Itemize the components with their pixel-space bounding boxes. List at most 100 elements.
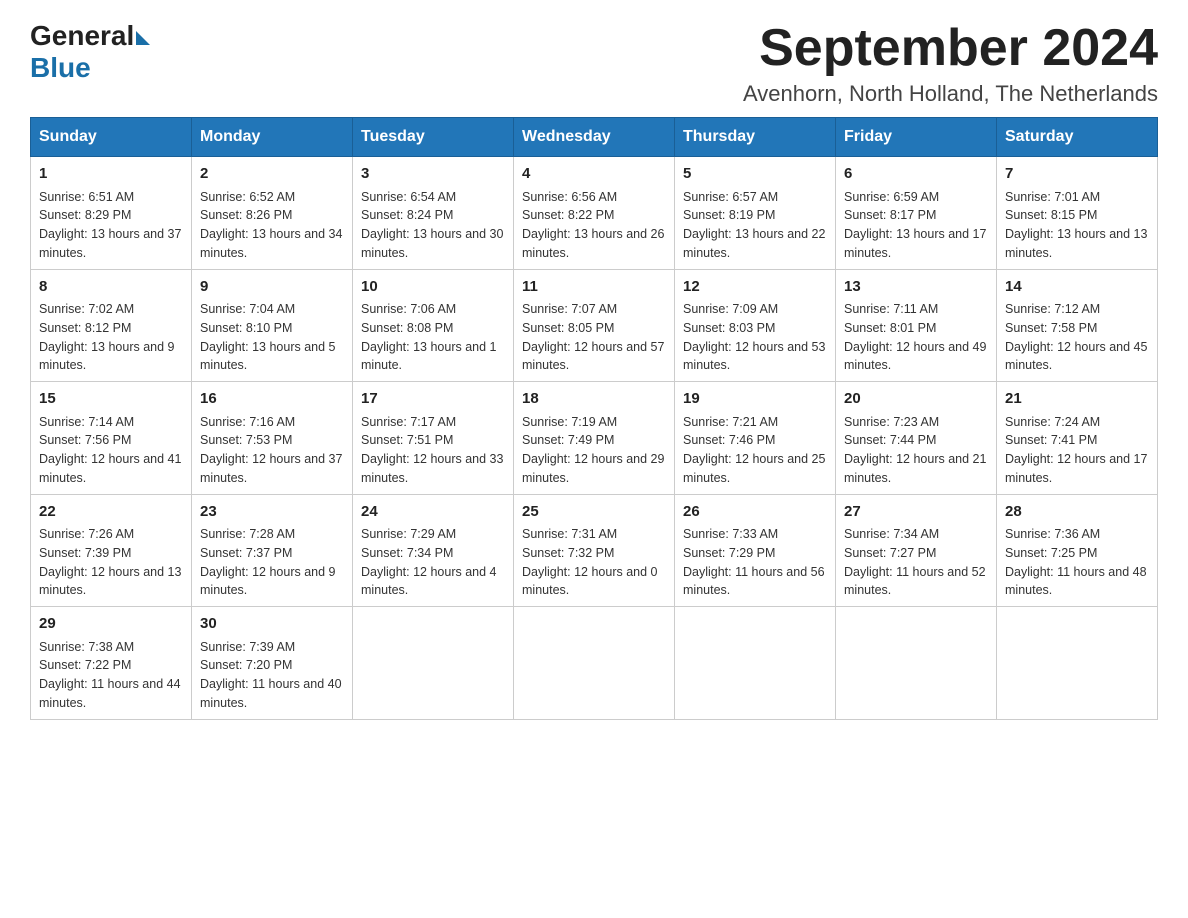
calendar-cell: 8 Sunrise: 7:02 AM Sunset: 8:12 PM Dayli… bbox=[31, 269, 192, 382]
logo-general-text: General bbox=[30, 20, 134, 52]
day-info: Sunrise: 7:21 AM Sunset: 7:46 PM Dayligh… bbox=[683, 413, 827, 488]
weekday-header-monday: Monday bbox=[192, 118, 353, 157]
calendar-cell: 11 Sunrise: 7:07 AM Sunset: 8:05 PM Dayl… bbox=[514, 269, 675, 382]
calendar-cell: 28 Sunrise: 7:36 AM Sunset: 7:25 PM Dayl… bbox=[997, 494, 1158, 607]
calendar-cell: 9 Sunrise: 7:04 AM Sunset: 8:10 PM Dayli… bbox=[192, 269, 353, 382]
week-row-2: 8 Sunrise: 7:02 AM Sunset: 8:12 PM Dayli… bbox=[31, 269, 1158, 382]
calendar-cell: 17 Sunrise: 7:17 AM Sunset: 7:51 PM Dayl… bbox=[353, 382, 514, 495]
weekday-header-sunday: Sunday bbox=[31, 118, 192, 157]
weekday-header-tuesday: Tuesday bbox=[353, 118, 514, 157]
calendar-cell: 14 Sunrise: 7:12 AM Sunset: 7:58 PM Dayl… bbox=[997, 269, 1158, 382]
day-number: 27 bbox=[844, 501, 988, 524]
day-number: 18 bbox=[522, 388, 666, 411]
day-info: Sunrise: 6:59 AM Sunset: 8:17 PM Dayligh… bbox=[844, 188, 988, 263]
calendar-cell: 21 Sunrise: 7:24 AM Sunset: 7:41 PM Dayl… bbox=[997, 382, 1158, 495]
weekday-header-row: SundayMondayTuesdayWednesdayThursdayFrid… bbox=[31, 118, 1158, 157]
calendar-cell: 3 Sunrise: 6:54 AM Sunset: 8:24 PM Dayli… bbox=[353, 157, 514, 270]
day-info: Sunrise: 7:28 AM Sunset: 7:37 PM Dayligh… bbox=[200, 525, 344, 600]
calendar-cell: 29 Sunrise: 7:38 AM Sunset: 7:22 PM Dayl… bbox=[31, 607, 192, 720]
day-number: 5 bbox=[683, 163, 827, 186]
calendar-cell bbox=[675, 607, 836, 720]
day-info: Sunrise: 7:36 AM Sunset: 7:25 PM Dayligh… bbox=[1005, 525, 1149, 600]
day-info: Sunrise: 6:51 AM Sunset: 8:29 PM Dayligh… bbox=[39, 188, 183, 263]
day-number: 6 bbox=[844, 163, 988, 186]
day-info: Sunrise: 7:19 AM Sunset: 7:49 PM Dayligh… bbox=[522, 413, 666, 488]
weekday-header-friday: Friday bbox=[836, 118, 997, 157]
day-info: Sunrise: 7:23 AM Sunset: 7:44 PM Dayligh… bbox=[844, 413, 988, 488]
weekday-header-wednesday: Wednesday bbox=[514, 118, 675, 157]
day-number: 28 bbox=[1005, 501, 1149, 524]
day-number: 25 bbox=[522, 501, 666, 524]
title-area: September 2024 Avenhorn, North Holland, … bbox=[743, 20, 1158, 107]
day-info: Sunrise: 7:16 AM Sunset: 7:53 PM Dayligh… bbox=[200, 413, 344, 488]
calendar-cell: 24 Sunrise: 7:29 AM Sunset: 7:34 PM Dayl… bbox=[353, 494, 514, 607]
week-row-5: 29 Sunrise: 7:38 AM Sunset: 7:22 PM Dayl… bbox=[31, 607, 1158, 720]
day-info: Sunrise: 6:52 AM Sunset: 8:26 PM Dayligh… bbox=[200, 188, 344, 263]
calendar-table: SundayMondayTuesdayWednesdayThursdayFrid… bbox=[30, 117, 1158, 720]
weekday-header-saturday: Saturday bbox=[997, 118, 1158, 157]
calendar-cell bbox=[514, 607, 675, 720]
day-number: 21 bbox=[1005, 388, 1149, 411]
calendar-cell: 10 Sunrise: 7:06 AM Sunset: 8:08 PM Dayl… bbox=[353, 269, 514, 382]
day-info: Sunrise: 7:01 AM Sunset: 8:15 PM Dayligh… bbox=[1005, 188, 1149, 263]
calendar-cell: 12 Sunrise: 7:09 AM Sunset: 8:03 PM Dayl… bbox=[675, 269, 836, 382]
day-number: 11 bbox=[522, 276, 666, 299]
day-number: 15 bbox=[39, 388, 183, 411]
calendar-cell: 2 Sunrise: 6:52 AM Sunset: 8:26 PM Dayli… bbox=[192, 157, 353, 270]
calendar-cell: 7 Sunrise: 7:01 AM Sunset: 8:15 PM Dayli… bbox=[997, 157, 1158, 270]
day-number: 20 bbox=[844, 388, 988, 411]
day-info: Sunrise: 7:17 AM Sunset: 7:51 PM Dayligh… bbox=[361, 413, 505, 488]
calendar-cell bbox=[997, 607, 1158, 720]
calendar-cell: 1 Sunrise: 6:51 AM Sunset: 8:29 PM Dayli… bbox=[31, 157, 192, 270]
calendar-cell: 30 Sunrise: 7:39 AM Sunset: 7:20 PM Dayl… bbox=[192, 607, 353, 720]
day-number: 13 bbox=[844, 276, 988, 299]
week-row-3: 15 Sunrise: 7:14 AM Sunset: 7:56 PM Dayl… bbox=[31, 382, 1158, 495]
day-info: Sunrise: 7:33 AM Sunset: 7:29 PM Dayligh… bbox=[683, 525, 827, 600]
day-info: Sunrise: 7:29 AM Sunset: 7:34 PM Dayligh… bbox=[361, 525, 505, 600]
calendar-subtitle: Avenhorn, North Holland, The Netherlands bbox=[743, 81, 1158, 107]
calendar-cell: 5 Sunrise: 6:57 AM Sunset: 8:19 PM Dayli… bbox=[675, 157, 836, 270]
logo-blue-text: Blue bbox=[30, 52, 91, 83]
day-info: Sunrise: 7:06 AM Sunset: 8:08 PM Dayligh… bbox=[361, 300, 505, 375]
calendar-cell: 20 Sunrise: 7:23 AM Sunset: 7:44 PM Dayl… bbox=[836, 382, 997, 495]
day-info: Sunrise: 7:02 AM Sunset: 8:12 PM Dayligh… bbox=[39, 300, 183, 375]
day-number: 29 bbox=[39, 613, 183, 636]
day-number: 2 bbox=[200, 163, 344, 186]
day-number: 14 bbox=[1005, 276, 1149, 299]
day-number: 26 bbox=[683, 501, 827, 524]
day-info: Sunrise: 7:11 AM Sunset: 8:01 PM Dayligh… bbox=[844, 300, 988, 375]
calendar-cell: 13 Sunrise: 7:11 AM Sunset: 8:01 PM Dayl… bbox=[836, 269, 997, 382]
day-number: 19 bbox=[683, 388, 827, 411]
logo: General Blue bbox=[30, 20, 150, 84]
calendar-cell: 26 Sunrise: 7:33 AM Sunset: 7:29 PM Dayl… bbox=[675, 494, 836, 607]
calendar-cell: 23 Sunrise: 7:28 AM Sunset: 7:37 PM Dayl… bbox=[192, 494, 353, 607]
week-row-1: 1 Sunrise: 6:51 AM Sunset: 8:29 PM Dayli… bbox=[31, 157, 1158, 270]
day-number: 22 bbox=[39, 501, 183, 524]
day-info: Sunrise: 6:56 AM Sunset: 8:22 PM Dayligh… bbox=[522, 188, 666, 263]
day-number: 24 bbox=[361, 501, 505, 524]
calendar-cell: 6 Sunrise: 6:59 AM Sunset: 8:17 PM Dayli… bbox=[836, 157, 997, 270]
calendar-title: September 2024 bbox=[743, 20, 1158, 77]
calendar-cell bbox=[836, 607, 997, 720]
day-number: 4 bbox=[522, 163, 666, 186]
day-number: 10 bbox=[361, 276, 505, 299]
weekday-header-thursday: Thursday bbox=[675, 118, 836, 157]
calendar-cell: 22 Sunrise: 7:26 AM Sunset: 7:39 PM Dayl… bbox=[31, 494, 192, 607]
page-header: General Blue September 2024 Avenhorn, No… bbox=[30, 20, 1158, 107]
calendar-cell: 4 Sunrise: 6:56 AM Sunset: 8:22 PM Dayli… bbox=[514, 157, 675, 270]
day-info: Sunrise: 7:24 AM Sunset: 7:41 PM Dayligh… bbox=[1005, 413, 1149, 488]
day-number: 30 bbox=[200, 613, 344, 636]
day-number: 8 bbox=[39, 276, 183, 299]
day-info: Sunrise: 7:34 AM Sunset: 7:27 PM Dayligh… bbox=[844, 525, 988, 600]
day-info: Sunrise: 7:14 AM Sunset: 7:56 PM Dayligh… bbox=[39, 413, 183, 488]
day-number: 1 bbox=[39, 163, 183, 186]
logo-arrow-icon bbox=[136, 31, 150, 45]
day-number: 23 bbox=[200, 501, 344, 524]
week-row-4: 22 Sunrise: 7:26 AM Sunset: 7:39 PM Dayl… bbox=[31, 494, 1158, 607]
calendar-cell: 18 Sunrise: 7:19 AM Sunset: 7:49 PM Dayl… bbox=[514, 382, 675, 495]
day-number: 3 bbox=[361, 163, 505, 186]
day-number: 9 bbox=[200, 276, 344, 299]
calendar-cell: 25 Sunrise: 7:31 AM Sunset: 7:32 PM Dayl… bbox=[514, 494, 675, 607]
day-info: Sunrise: 7:09 AM Sunset: 8:03 PM Dayligh… bbox=[683, 300, 827, 375]
day-info: Sunrise: 7:38 AM Sunset: 7:22 PM Dayligh… bbox=[39, 638, 183, 713]
